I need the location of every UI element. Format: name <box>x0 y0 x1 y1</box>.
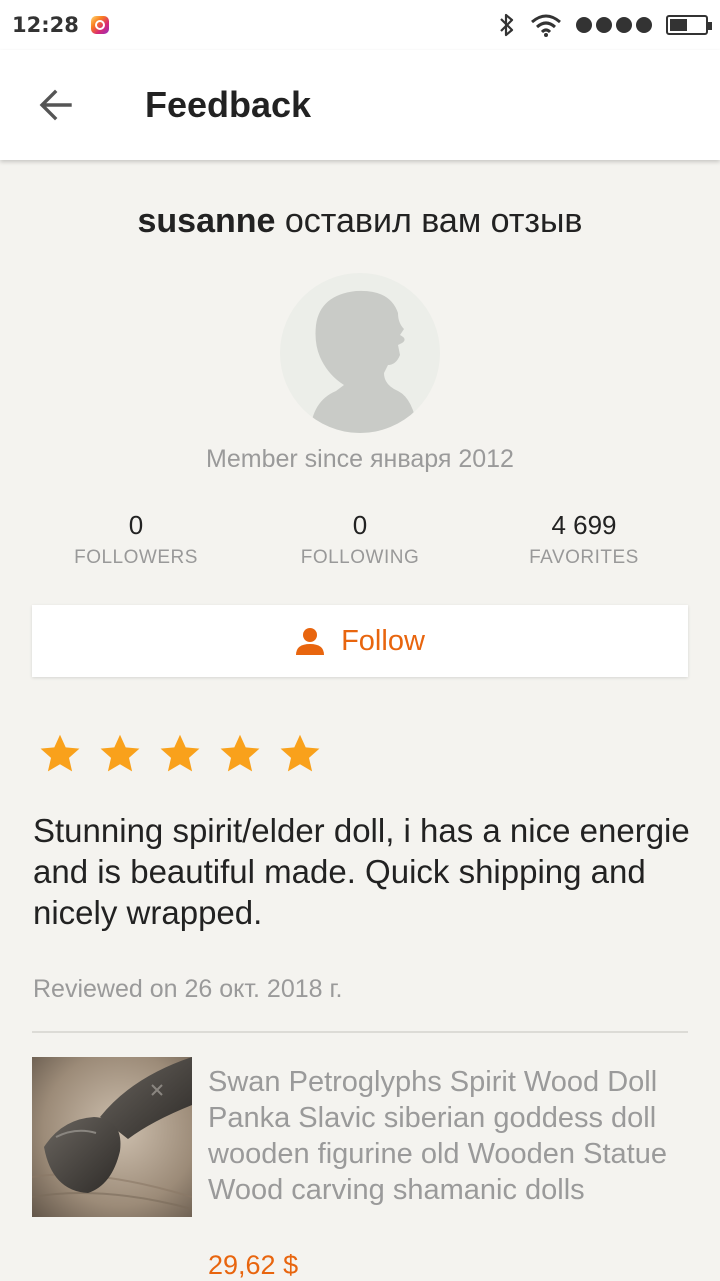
app-bar: Feedback <box>0 50 720 160</box>
person-icon <box>296 628 325 655</box>
bluetooth-icon <box>500 13 514 37</box>
profile-stats: 0 FOLLOWERS 0 FOLLOWING 4 699 FAVORITES <box>0 510 720 580</box>
divider <box>32 1031 688 1033</box>
feedback-headline: susanne оставил вам отзыв <box>0 202 720 241</box>
listing-thumbnail[interactable] <box>32 1057 192 1217</box>
listing-title[interactable]: Swan Petroglyphs Spirit Wood Doll Panka … <box>208 1064 688 1208</box>
star-icon <box>220 734 260 772</box>
headline-suffix: оставил вам отзыв <box>275 202 583 240</box>
reviewer-name[interactable]: susanne <box>138 202 276 240</box>
status-bar: 12:28 <box>0 0 720 50</box>
follow-button[interactable]: Follow <box>32 605 688 677</box>
instagram-icon <box>90 16 109 34</box>
star-icon <box>100 734 140 772</box>
favorites-label: FAVORITES <box>529 547 639 568</box>
back-button[interactable] <box>21 70 91 140</box>
star-icon <box>40 734 80 772</box>
member-since: Member since января 2012 <box>206 445 514 473</box>
following-label: FOLLOWING <box>300 547 420 568</box>
followers-label: FOLLOWERS <box>74 547 198 568</box>
status-time: 12:28 <box>12 13 79 37</box>
favorites-stat[interactable]: 4 699 FAVORITES <box>472 510 696 569</box>
following-stat[interactable]: 0 FOLLOWING <box>248 510 472 569</box>
review-text: Stunning spirit/elder doll, i has a nice… <box>33 812 690 931</box>
wooden-doll-image <box>32 1057 192 1217</box>
wifi-icon <box>531 14 561 37</box>
favorites-count: 4 699 <box>551 510 617 540</box>
following-count: 0 <box>352 510 368 540</box>
arrow-left-icon <box>39 89 72 121</box>
followers-stat[interactable]: 0 FOLLOWERS <box>24 510 248 569</box>
avatar[interactable] <box>280 273 440 433</box>
signal-icon <box>576 17 652 33</box>
star-rating <box>38 732 322 776</box>
followers-count: 0 <box>128 510 144 540</box>
default-avatar-icon <box>310 290 418 433</box>
review-date: Reviewed on 26 окт. 2018 г. <box>33 975 343 1003</box>
follow-label: Follow <box>341 624 425 657</box>
page-title: Feedback <box>145 84 312 125</box>
star-icon <box>160 734 200 772</box>
battery-icon <box>666 15 712 35</box>
star-icon <box>280 734 320 772</box>
listing-price: 29,62 $ <box>208 1250 299 1280</box>
